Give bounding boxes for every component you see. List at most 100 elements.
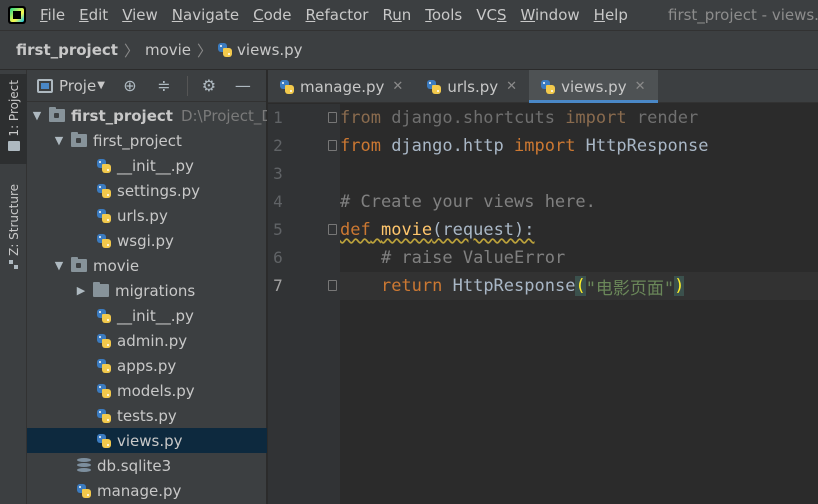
tree-item-label: db.sqlite3: [97, 456, 172, 475]
editor-tab-bar: manage.py ✕ urls.py ✕ views.py ✕: [268, 70, 818, 103]
tree-item-label: settings.py: [117, 181, 200, 200]
python-file-icon: [280, 79, 294, 94]
gear-icon[interactable]: ⚙: [198, 75, 220, 97]
tree-item-views[interactable]: views.py: [27, 428, 267, 453]
folder-icon: [49, 107, 65, 122]
code-line: def movie(request):: [340, 216, 818, 244]
fold-marker-icon[interactable]: [328, 224, 337, 235]
close-icon[interactable]: ✕: [506, 79, 517, 94]
tree-item-label: apps.py: [117, 356, 177, 375]
line-number: 7: [273, 276, 283, 295]
tree-item-settings[interactable]: settings.py: [27, 178, 267, 203]
chevron-down-icon[interactable]: ▼: [53, 134, 65, 147]
tree-item-movie[interactable]: ▼ movie: [27, 253, 267, 278]
collapse-all-icon[interactable]: ≑: [153, 75, 175, 97]
menu-edit[interactable]: Edit: [79, 6, 108, 24]
code-token: def: [340, 220, 371, 240]
tree-item-manage[interactable]: manage.py: [27, 478, 267, 503]
fold-marker-icon[interactable]: [328, 112, 337, 123]
tree-item-tests[interactable]: tests.py: [27, 403, 267, 428]
breadcrumb-file[interactable]: views.py: [218, 41, 303, 59]
chevron-right-icon: 〉: [123, 41, 139, 60]
project-tree: ▼ first_project D:\Project_Dj ▼ first_pr…: [27, 103, 267, 503]
code-token: # raise ValueError: [380, 248, 566, 268]
python-file-icon: [97, 233, 111, 248]
menu-file[interactable]: File: [40, 6, 65, 24]
code-token: # Create your views here.: [340, 192, 596, 212]
menu-run[interactable]: Run: [382, 6, 411, 24]
minimize-icon[interactable]: —: [232, 75, 254, 97]
code-token: from: [340, 108, 381, 128]
python-file-icon: [541, 79, 556, 94]
code-token: HttpResponse: [575, 136, 709, 156]
menu-window[interactable]: Window: [520, 6, 579, 24]
tree-item-label: wsgi.py: [117, 231, 174, 250]
menu-view[interactable]: View: [122, 6, 158, 24]
tree-item-db[interactable]: db.sqlite3: [27, 453, 267, 478]
python-file-icon: [77, 483, 91, 498]
tab-label: urls.py: [447, 77, 499, 96]
tree-item-models[interactable]: models.py: [27, 378, 267, 403]
project-tool-tab[interactable]: 1: Project: [0, 74, 27, 164]
chevron-down-icon[interactable]: ▼: [31, 109, 43, 122]
tree-item-urls[interactable]: urls.py: [27, 203, 267, 228]
breadcrumb-folder[interactable]: movie: [145, 41, 191, 59]
menu-refactor[interactable]: Refactor: [306, 6, 369, 24]
tab-manage-py[interactable]: manage.py ✕: [268, 70, 415, 103]
project-view-selector[interactable]: Proje ▼: [37, 77, 105, 95]
tree-item-label: migrations: [115, 281, 196, 300]
menu-help[interactable]: Help: [594, 6, 628, 24]
code-line: # Create your views here.: [340, 188, 818, 216]
fold-marker-icon[interactable]: [328, 280, 337, 291]
tree-item-label: urls.py: [117, 206, 168, 225]
menu-code[interactable]: Code: [253, 6, 291, 24]
tree-item-label: movie: [93, 256, 140, 275]
close-icon[interactable]: ✕: [635, 79, 646, 94]
tree-item-wsgi[interactable]: wsgi.py: [27, 228, 267, 253]
tab-views-py[interactable]: views.py ✕: [529, 70, 658, 103]
chevron-right-icon[interactable]: ▶: [75, 284, 87, 297]
tree-item-label: first_project: [71, 106, 173, 125]
breadcrumb-project[interactable]: first_project: [16, 41, 118, 59]
line-number: 4: [273, 192, 283, 211]
locate-file-icon[interactable]: ⊕: [119, 75, 141, 97]
tree-item-root[interactable]: ▼ first_project D:\Project_Dj: [27, 103, 267, 128]
breadcrumb-file-label: views.py: [237, 41, 303, 59]
tree-item-apps[interactable]: apps.py: [27, 353, 267, 378]
code-token: HttpResponse: [442, 276, 576, 296]
chevron-down-icon[interactable]: ▼: [53, 259, 65, 272]
tree-item-movie-init[interactable]: __init__.py: [27, 303, 267, 328]
tree-item-init[interactable]: __init__.py: [27, 153, 267, 178]
close-icon[interactable]: ✕: [392, 79, 403, 94]
tree-item-admin[interactable]: admin.py: [27, 328, 267, 353]
line-gutter[interactable]: 1 2 3 4 5 6 7: [268, 104, 361, 504]
folder-icon: [93, 282, 109, 297]
structure-tool-tab[interactable]: Z: Structure: [0, 180, 27, 280]
tree-item-first-project[interactable]: ▼ first_project: [27, 128, 267, 153]
code-token: "电影页面": [585, 278, 675, 299]
project-tool-tab-label: 1: Project: [6, 80, 21, 137]
tree-item-path: D:\Project_Dj: [180, 106, 267, 125]
code-area[interactable]: from django.shortcuts import render from…: [340, 104, 818, 504]
structure-tool-tab-label: Z: Structure: [6, 184, 21, 256]
code-line-current: return HttpResponse("电影页面"): [340, 272, 818, 300]
tab-urls-py[interactable]: urls.py ✕: [415, 70, 529, 103]
code-token: django.http: [380, 136, 515, 156]
project-panel-title: Proje: [59, 76, 97, 95]
tab-label: manage.py: [300, 77, 385, 96]
code-token: movie: [380, 220, 433, 240]
project-panel-header: Proje ▼ ⊕ ≑ ⚙ —: [27, 70, 266, 102]
menu-tools[interactable]: Tools: [425, 6, 462, 24]
python-file-icon: [218, 43, 233, 57]
menu-vcs[interactable]: VCS: [476, 6, 506, 24]
code-token: import: [565, 108, 627, 128]
fold-marker-icon[interactable]: [328, 140, 337, 151]
python-file-icon: [427, 79, 442, 94]
menu-bar: File Edit View Navigate Code Refactor Ru…: [0, 0, 818, 30]
menu-navigate[interactable]: Navigate: [172, 6, 239, 24]
tree-item-migrations[interactable]: ▶ migrations: [27, 278, 267, 303]
line-number: 2: [273, 136, 283, 155]
python-file-icon: [97, 333, 111, 348]
line-number: 3: [273, 164, 283, 183]
database-icon: [77, 458, 91, 473]
